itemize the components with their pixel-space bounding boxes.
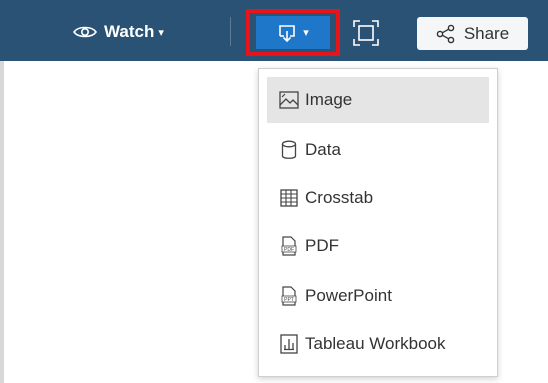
menu-item-label: Crosstab [305, 188, 374, 207]
menu-item-label: Image [305, 90, 353, 109]
toolbar-divider [230, 17, 231, 46]
menu-item-label: PDF [305, 236, 339, 255]
svg-text:PDF: PDF [284, 247, 294, 253]
watch-button[interactable]: Watch ▾ [73, 20, 164, 44]
menu-item-powerpoint[interactable]: PPT PowerPoint [267, 273, 489, 319]
pdf-file-icon: PDF [279, 236, 299, 256]
menu-item-label: PowerPoint [305, 286, 392, 305]
share-label: Share [463, 23, 510, 43]
share-icon [436, 24, 455, 43]
image-icon [279, 90, 299, 110]
menu-item-tableau-workbook[interactable]: Tableau Workbook [267, 321, 489, 367]
menu-item-label: Data [305, 140, 341, 159]
workbook-icon [279, 334, 299, 354]
share-button[interactable]: Share [417, 17, 528, 50]
top-toolbar: Watch ▾ ▾ Share [0, 0, 548, 61]
menu-item-pdf[interactable]: PDF PDF [267, 223, 489, 269]
menu-item-data[interactable]: Data [267, 127, 489, 173]
menu-item-image[interactable]: Image [267, 77, 489, 123]
database-icon [279, 140, 299, 160]
download-menu: Image Data Crosstab PDF PDF PPT PowerPoi… [258, 68, 498, 377]
fullscreen-button[interactable] [353, 20, 379, 46]
ppt-file-icon: PPT [279, 286, 299, 306]
eye-icon [73, 26, 97, 38]
table-grid-icon [279, 188, 299, 208]
fullscreen-icon [353, 20, 379, 46]
download-button-highlight [246, 9, 340, 56]
watch-label: Watch [104, 22, 155, 41]
chevron-down-icon: ▾ [158, 26, 164, 39]
menu-item-crosstab[interactable]: Crosstab [267, 175, 489, 221]
svg-text:PPT: PPT [284, 297, 294, 303]
menu-item-label: Tableau Workbook [305, 334, 446, 353]
